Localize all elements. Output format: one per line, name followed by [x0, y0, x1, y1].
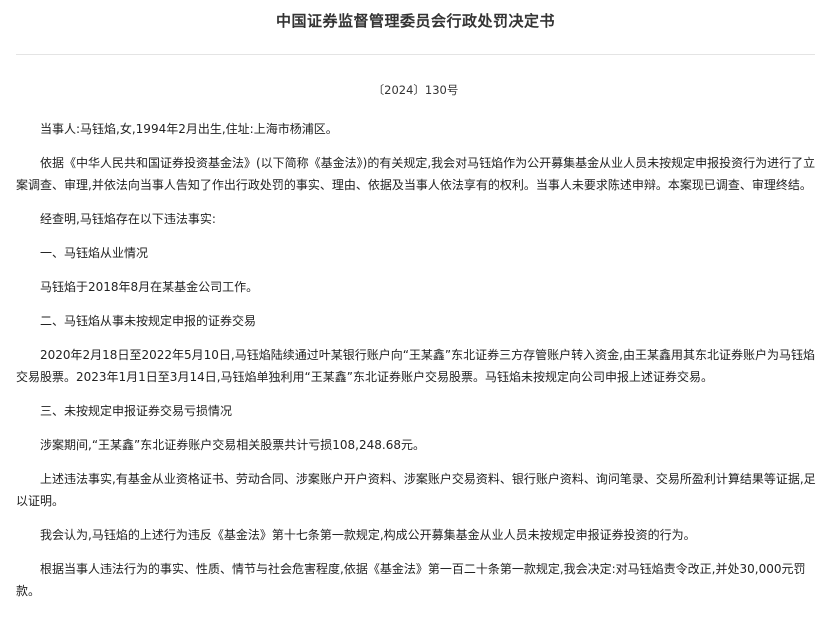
section-heading-2: 二、马钰焰从事未按规定申报的证券交易 [40, 314, 257, 328]
title-divider [16, 54, 815, 55]
paragraph-party: 当事人:马钰焰,女,1994年2月出生,住址:上海市杨浦区。 [40, 122, 338, 136]
paragraph-loss: 涉案期间,“王某鑫”东北证券账户交易相关股票共计亏损108,248.68元。 [40, 438, 425, 452]
section-heading-3: 三、未按规定申报证券交易亏损情况 [40, 404, 233, 418]
paragraph-violation: 我会认为,马钰焰的上述行为违反《基金法》第十七条第一款规定,构成公开募集基金从业… [40, 528, 696, 542]
document-page: 中国证券监督管理委员会行政处罚决定书 〔2024〕130号 当事人:马钰焰,女,… [0, 0, 831, 634]
paragraph-trading: 2020年2月18日至2022年5月10日,马钰焰陆续通过叶某银行账户向“王某鑫… [16, 348, 815, 384]
paragraph-basis: 依据《中华人民共和国证券投资基金法》(以下简称《基金法》)的有关规定,我会对马钰… [16, 156, 816, 192]
paragraph-evidence: 上述违法事实,有基金从业资格证书、劳动合同、涉案账户开户资料、涉案账户交易资料、… [16, 472, 816, 508]
paragraph-employment: 马钰焰于2018年8月在某基金公司工作。 [40, 280, 259, 294]
paragraph-findings-intro: 经查明,马钰焰存在以下违法事实: [40, 212, 216, 226]
paragraph-decision: 根据当事人违法行为的事实、性质、情节与社会危害程度,依据《基金法》第一百二十条第… [16, 562, 806, 598]
document-body: 当事人:马钰焰,女,1994年2月出生,住址:上海市杨浦区。 依据《中华人民共和… [16, 118, 816, 602]
document-number: 〔2024〕130号 [372, 83, 459, 97]
document-title: 中国证券监督管理委员会行政处罚决定书 [275, 12, 555, 30]
section-heading-1: 一、马钰焰从业情况 [40, 246, 149, 260]
